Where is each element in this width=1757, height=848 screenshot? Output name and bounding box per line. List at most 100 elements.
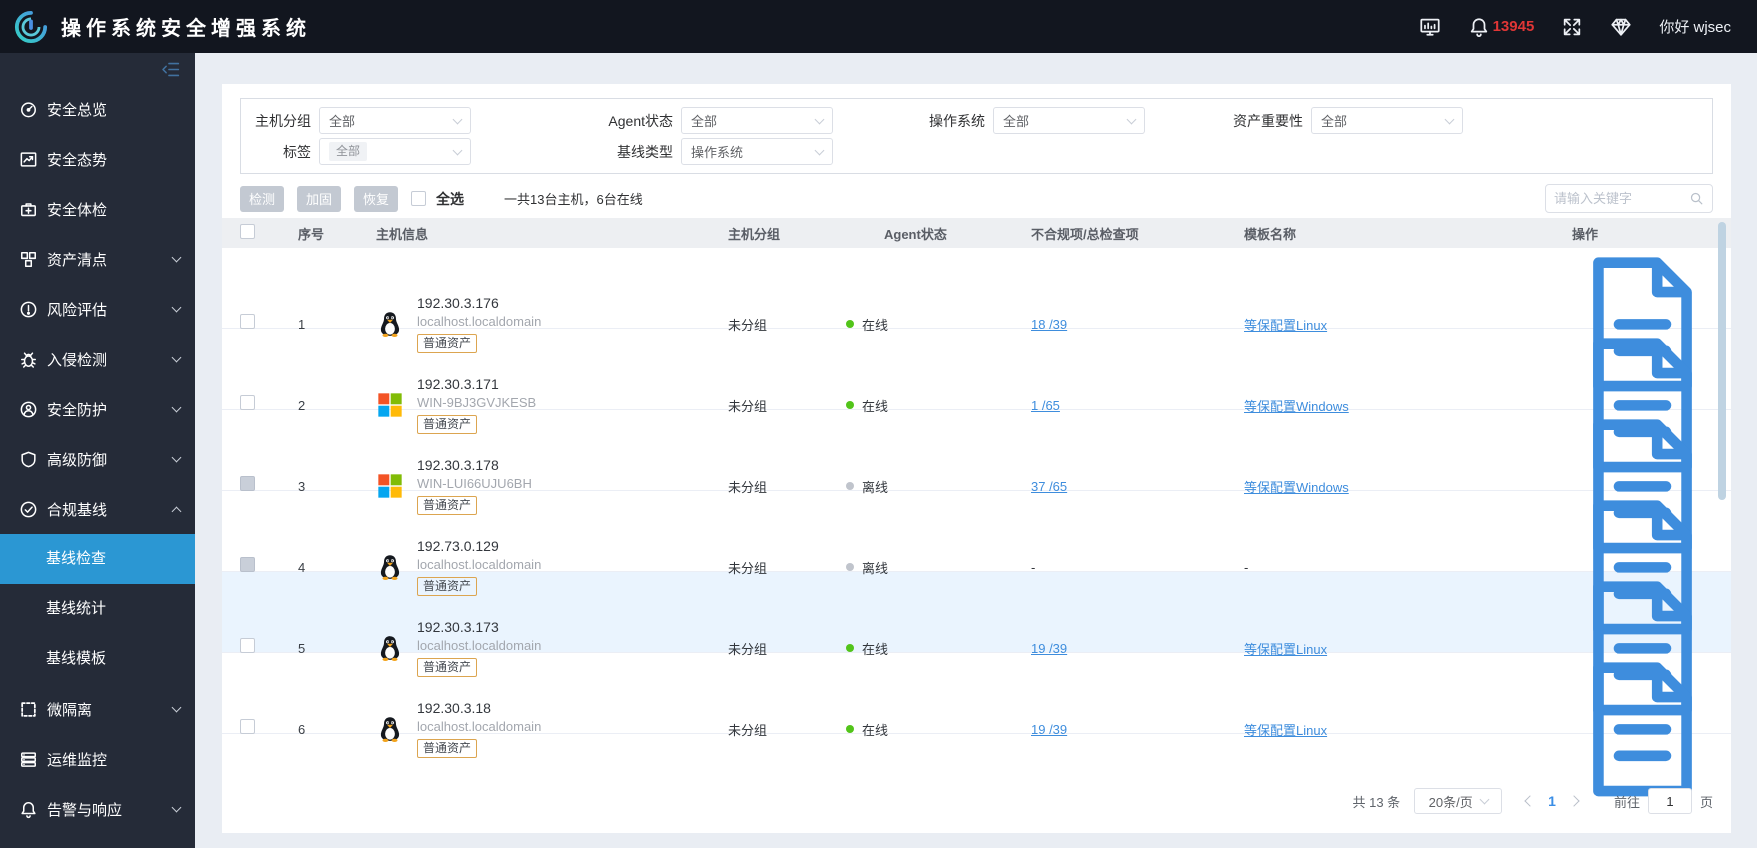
host-ip: 192.30.3.18 xyxy=(417,700,491,717)
filter-select[interactable]: 全部 xyxy=(681,107,833,134)
restore-button[interactable]: 恢复 xyxy=(354,185,399,212)
filter-label: 标签 xyxy=(283,143,311,160)
sidebar-item[interactable]: 运维监控 xyxy=(0,734,195,784)
sidebar-item[interactable]: 高级防御 xyxy=(0,434,195,484)
template-link[interactable]: 等保配置Linux xyxy=(1244,642,1327,657)
noncompliance-link[interactable]: 19 /39 xyxy=(1031,722,1067,737)
template-link[interactable]: 等保配置Linux xyxy=(1244,318,1327,333)
filter-item: 资产重要性 全部 xyxy=(1229,107,1463,134)
template-link[interactable]: 等保配置Windows xyxy=(1244,480,1349,495)
host-group: 未分组 xyxy=(728,479,768,495)
agent-status: 在线 xyxy=(862,398,889,414)
sidebar-subitem[interactable]: 基线模板 xyxy=(0,634,195,684)
goto-page-input[interactable] xyxy=(1647,788,1692,814)
host-group: 未分组 xyxy=(728,398,768,414)
main-area: 主机分组 全部 Agent状态 全部 操作系统 全部 资产重要性 全部 标签 全… xyxy=(195,53,1757,848)
column-header: 主机分组 xyxy=(728,226,781,242)
noncompliance-link[interactable]: 18 /39 xyxy=(1031,317,1067,332)
filter-select[interactable]: 操作系统 xyxy=(681,138,833,165)
monitor-icon[interactable] xyxy=(1419,16,1441,38)
sidebar-item[interactable]: 合规基线 xyxy=(0,484,195,534)
page-size-select[interactable]: 20条/页 xyxy=(1414,788,1503,814)
sidebar-item-label: 风险评估 xyxy=(47,301,108,319)
sidebar-item[interactable]: 资产清点 xyxy=(0,234,195,284)
host-name: localhost.localdomain xyxy=(417,638,542,654)
sidebar-item[interactable]: 风险评估 xyxy=(0,284,195,334)
alert-count-badge: 13945 xyxy=(1492,18,1535,35)
sidebar-collapse-icon[interactable] xyxy=(159,60,182,79)
sidebar-menu: 安全总览 安全态势 安全体检 资产清点 风险评估 入侵检测 安全防护 高级防御 xyxy=(0,84,195,834)
assets-icon xyxy=(19,250,38,269)
table-row: 1 192.30.3.176 localhost.localdomain 普通资… xyxy=(222,248,1731,392)
row-checkbox[interactable] xyxy=(240,719,255,735)
report-doc-icon[interactable] xyxy=(1572,653,1713,806)
row-checkbox[interactable] xyxy=(240,395,255,411)
filter-item: Agent状态 全部 xyxy=(589,107,833,134)
template-link[interactable]: 等保配置Linux xyxy=(1244,723,1327,738)
user-greeting[interactable]: 你好 wjsec xyxy=(1659,16,1731,37)
sidebar-item[interactable]: 安全态势 xyxy=(0,134,195,184)
column-header: 不合规项/总检查项 xyxy=(1031,226,1139,242)
chevron-down-icon xyxy=(452,114,463,124)
sidebar-item[interactable]: 入侵检测 xyxy=(0,334,195,384)
sidebar-subitem[interactable]: 基线检查 xyxy=(0,534,195,584)
template-link[interactable]: 等保配置Windows xyxy=(1244,399,1349,414)
asset-type-tag: 普通资产 xyxy=(417,334,478,354)
harden-button[interactable]: 加固 xyxy=(297,185,342,212)
sidebar-item[interactable]: 安全体检 xyxy=(0,184,195,234)
sidebar-item-label: 告警与响应 xyxy=(47,801,123,819)
host-group: 未分组 xyxy=(728,317,768,333)
bug-icon xyxy=(19,350,38,369)
sidebar-item-label: 运维监控 xyxy=(47,751,108,769)
fullscreen-icon[interactable] xyxy=(1561,16,1583,38)
sidebar-item[interactable]: 告警与响应 xyxy=(0,784,195,834)
filter-label: Agent状态 xyxy=(608,112,673,129)
sidebar-item-label: 安全防护 xyxy=(47,401,108,419)
sidebar-subitem[interactable]: 基线统计 xyxy=(0,584,195,634)
row-checkbox[interactable] xyxy=(240,314,255,330)
row-number: 4 xyxy=(298,559,306,575)
filter-select[interactable]: 全部 xyxy=(319,107,471,134)
sidebar-item[interactable]: 安全防护 xyxy=(0,384,195,434)
host-ip: 192.30.3.171 xyxy=(417,376,499,393)
row-checkbox[interactable] xyxy=(240,476,255,492)
filter-select[interactable]: 全部 xyxy=(1311,107,1463,134)
filter-value: 全部 xyxy=(691,114,718,129)
sidebar-item[interactable]: 安全总览 xyxy=(0,84,195,134)
bell-icon[interactable] xyxy=(1468,16,1490,38)
row-checkbox[interactable] xyxy=(240,557,255,573)
header-checkbox[interactable] xyxy=(240,224,255,239)
search-icon[interactable] xyxy=(1689,191,1704,206)
select-all-checkbox[interactable] xyxy=(411,191,427,206)
noncompliance-link[interactable]: 19 /39 xyxy=(1031,641,1067,656)
template-link: - xyxy=(1244,559,1249,575)
chevron-down-icon xyxy=(171,302,182,313)
detect-button[interactable]: 检测 xyxy=(240,185,285,212)
chevron-down-icon xyxy=(452,145,463,155)
search-input[interactable] xyxy=(1554,191,1689,206)
sidebar-item[interactable]: 微隔离 xyxy=(0,684,195,734)
diamond-icon[interactable] xyxy=(1610,16,1632,38)
current-page[interactable]: 1 xyxy=(1548,793,1556,809)
filter-select[interactable]: 全部 xyxy=(993,107,1145,134)
sidebar: 安全总览 安全态势 安全体检 资产清点 风险评估 入侵检测 安全防护 高级防御 xyxy=(0,53,195,848)
host-name: localhost.localdomain xyxy=(417,314,542,330)
row-checkbox[interactable] xyxy=(240,638,255,654)
dashed-square-icon xyxy=(19,700,38,719)
filter-item: 基线类型 操作系统 xyxy=(589,138,833,165)
noncompliance-link[interactable]: 37 /65 xyxy=(1031,479,1067,494)
host-group: 未分组 xyxy=(728,560,768,576)
table-scrollbar[interactable] xyxy=(1718,222,1726,500)
host-summary: 一共13台主机，6台在线 xyxy=(504,192,643,207)
chevron-down-icon xyxy=(171,452,182,463)
toolbar: 检测 加固 恢复 全选 一共13台主机，6台在线 xyxy=(240,184,1713,213)
noncompliance-link[interactable]: 1 /65 xyxy=(1031,398,1060,413)
filter-select[interactable]: 全部 xyxy=(319,138,471,165)
risk-icon xyxy=(19,300,38,319)
filter-item: 操作系统 全部 xyxy=(927,107,1145,134)
notifications[interactable]: 13945 xyxy=(1468,16,1535,38)
prev-page-icon[interactable] xyxy=(1524,795,1536,807)
next-page-icon[interactable] xyxy=(1568,795,1580,807)
filter-value: 全部 xyxy=(329,142,368,161)
page-unit-label: 页 xyxy=(1699,794,1713,810)
